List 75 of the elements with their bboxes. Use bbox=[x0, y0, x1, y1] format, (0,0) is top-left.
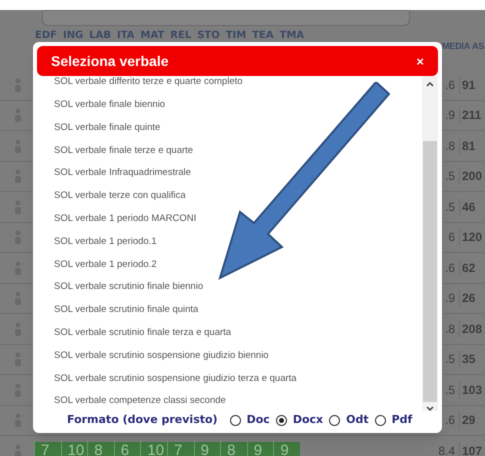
absence-value: 200 bbox=[459, 167, 485, 186]
absence-value: 46 bbox=[459, 198, 485, 216]
grade: 7 bbox=[34, 440, 61, 456]
grade: 7 bbox=[166, 440, 194, 456]
average-value: .9 bbox=[444, 290, 456, 308]
grade: 9 bbox=[194, 440, 220, 456]
format-label: Formato (dove previsto) bbox=[67, 412, 218, 428]
average-value: .5 bbox=[444, 382, 456, 399]
absence-value: 62 bbox=[459, 258, 485, 277]
absence-value: 91 bbox=[459, 76, 485, 94]
scroll-down-icon[interactable] bbox=[426, 406, 434, 411]
column-header: TEA bbox=[251, 28, 275, 42]
verbale-option[interactable]: SOL verbale Infraquadrimestrale bbox=[37, 162, 422, 185]
format-radio[interactable]: Doc bbox=[230, 412, 270, 428]
grade: 9 bbox=[273, 440, 300, 456]
average-value: .8 bbox=[444, 320, 456, 338]
average-value: .6 bbox=[444, 412, 456, 430]
column-header: REL bbox=[169, 28, 192, 42]
absence-value: 103 bbox=[459, 380, 485, 399]
modal-title: Seleziona verbale bbox=[51, 52, 169, 70]
column-header: TMA bbox=[278, 28, 306, 42]
scrollbar[interactable] bbox=[422, 76, 438, 411]
search-field[interactable] bbox=[42, 10, 410, 26]
column-header: ING bbox=[62, 28, 84, 42]
grade: 6 bbox=[114, 440, 140, 456]
scroll-thumb[interactable] bbox=[423, 140, 437, 402]
verbale-option[interactable]: SOL verbale 1 periodo.2 bbox=[37, 253, 422, 276]
average-value: .5 bbox=[444, 198, 456, 216]
column-header: LAB bbox=[88, 28, 112, 42]
verbale-option[interactable]: SOL verbale scrutinio sospensione giudizio biennio bbox=[37, 344, 422, 368]
average-value: .9 bbox=[444, 107, 456, 124]
verbale-option[interactable]: SOL verbale differito terze e quarte completo bbox=[37, 76, 422, 94]
close-button[interactable]: × bbox=[416, 54, 424, 68]
column-header: EDF bbox=[34, 28, 58, 42]
grade: 8 bbox=[87, 440, 114, 456]
verbale-option[interactable]: SOL verbale scrutinio sospensione giudizio terza e quarta bbox=[37, 367, 422, 390]
verbale-option[interactable]: SOL verbale scrutinio finale quinta bbox=[37, 298, 422, 322]
absence-value: 29 bbox=[459, 411, 485, 430]
verbale-option[interactable]: SOL verbale 1 periodo.1 bbox=[37, 230, 422, 254]
column-header: STO bbox=[196, 28, 221, 42]
absence-value: 208 bbox=[459, 320, 485, 338]
grade: 10 bbox=[140, 440, 167, 456]
column-header: MEDIA bbox=[442, 40, 470, 53]
grade: 10 bbox=[60, 440, 88, 456]
verbale-option[interactable]: SOL verbale terze con qualifica bbox=[37, 184, 422, 208]
grade: 9 bbox=[246, 440, 274, 456]
absence-value: 107 bbox=[459, 442, 485, 456]
verbale-option[interactable]: SOL verbale finale biennio bbox=[37, 94, 422, 117]
column-header: TIM bbox=[224, 28, 248, 42]
verbale-option[interactable]: SOL verbale finale terze e quarte bbox=[37, 139, 422, 162]
average-value: 6 bbox=[447, 229, 456, 246]
column-header: ITA bbox=[116, 28, 136, 42]
absence-value: 120 bbox=[459, 228, 485, 246]
absence-value: 35 bbox=[459, 350, 485, 368]
absence-value: 81 bbox=[459, 136, 485, 155]
average-value: .5 bbox=[444, 351, 456, 368]
average-value: 8.4 bbox=[437, 442, 456, 456]
scroll-up-icon[interactable] bbox=[426, 82, 434, 87]
verbale-option[interactable]: SOL verbale scrutinio finale terza e quarta bbox=[37, 322, 422, 345]
absence-value: 26 bbox=[459, 289, 485, 308]
column-header: MAT bbox=[140, 28, 166, 42]
average-value: .5 bbox=[444, 168, 456, 186]
column-header: AS bbox=[472, 40, 484, 53]
average-value: .6 bbox=[444, 260, 456, 277]
verbale-option[interactable]: SOL verbale scrutinio finale biennio bbox=[37, 276, 422, 299]
absence-value: 211 bbox=[459, 106, 485, 124]
average-value: .8 bbox=[444, 138, 456, 155]
format-radio[interactable]: Docx bbox=[276, 412, 324, 428]
format-radio[interactable]: Odt bbox=[329, 412, 369, 428]
verbale-option[interactable]: SOL verbale finale quinte bbox=[37, 116, 422, 140]
grade: 8 bbox=[220, 440, 247, 456]
format-radio[interactable]: Pdf bbox=[374, 412, 412, 428]
verbale-option[interactable]: SOL verbale competenze classi seconde bbox=[37, 390, 422, 411]
verbale-option[interactable]: SOL verbale 1 periodo MARCONI bbox=[37, 208, 422, 231]
average-value: .6 bbox=[444, 76, 456, 94]
